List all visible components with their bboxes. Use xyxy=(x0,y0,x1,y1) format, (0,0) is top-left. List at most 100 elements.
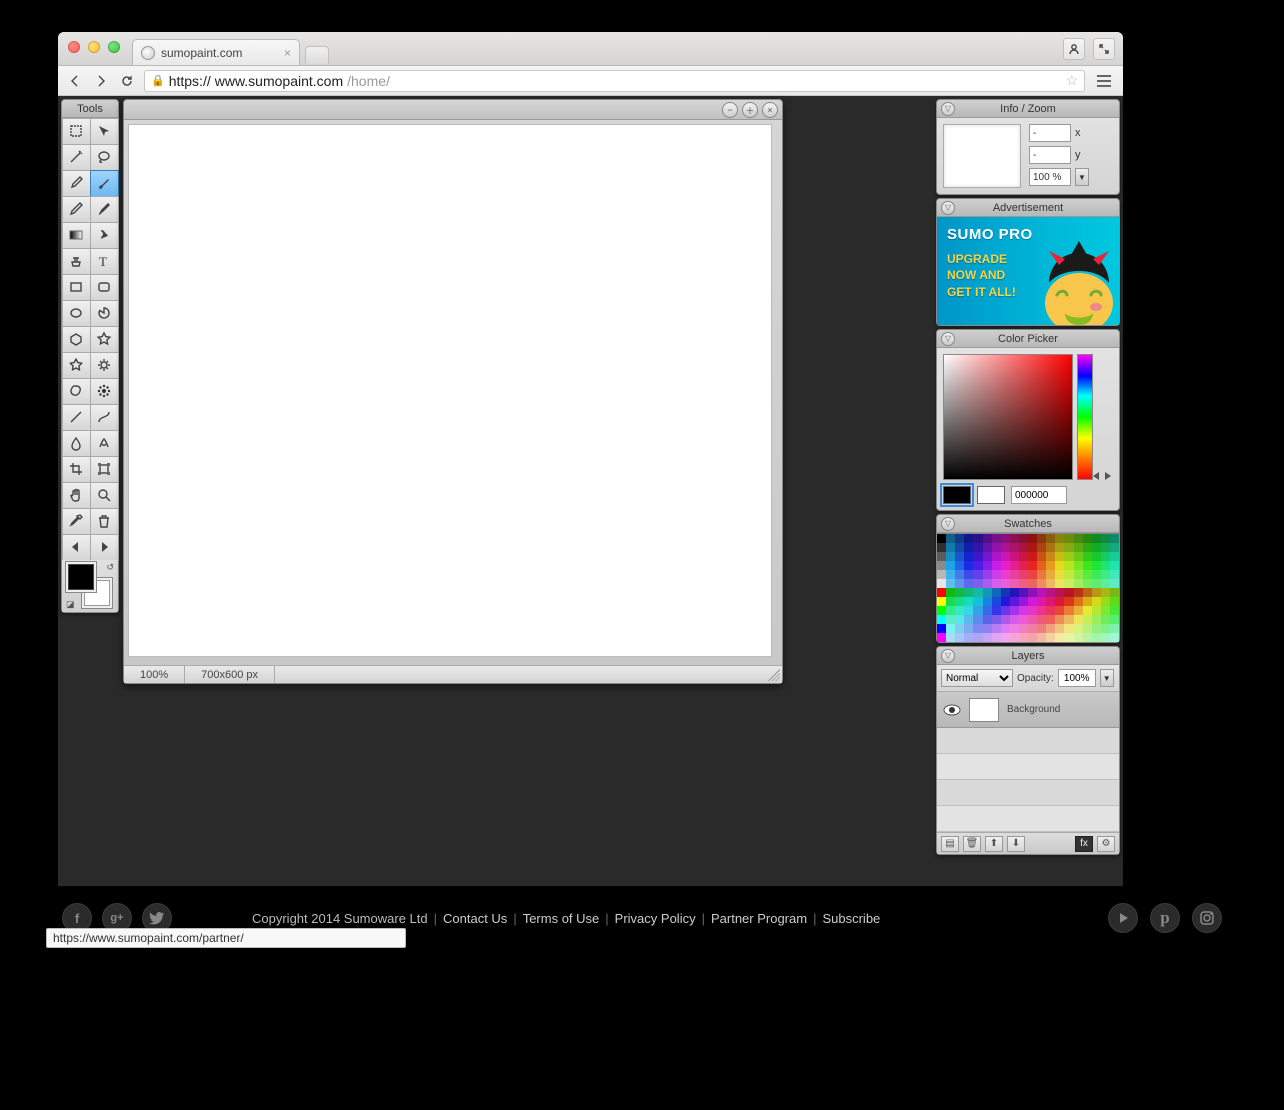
swatch[interactable] xyxy=(992,579,1001,588)
layer-down-button[interactable]: ⬇ xyxy=(1007,836,1025,852)
tool-rectangle[interactable] xyxy=(62,274,91,301)
swatch[interactable] xyxy=(1019,588,1028,597)
layer-settings-button[interactable]: ⚙ xyxy=(1097,836,1115,852)
swatch[interactable] xyxy=(973,543,982,552)
swatch[interactable] xyxy=(1074,597,1083,606)
opacity-dropdown[interactable]: ▼ xyxy=(1100,669,1114,687)
swatch[interactable] xyxy=(1019,624,1028,633)
swatch[interactable] xyxy=(937,552,946,561)
swatch[interactable] xyxy=(1010,615,1019,624)
swatch[interactable] xyxy=(1083,615,1092,624)
reload-button[interactable] xyxy=(118,72,136,90)
collapse-icon[interactable]: ▽ xyxy=(941,649,955,663)
swatch[interactable] xyxy=(937,543,946,552)
swatch[interactable] xyxy=(1028,534,1037,543)
swatch[interactable] xyxy=(1064,552,1073,561)
canvas-minimize-icon[interactable]: − xyxy=(722,102,738,118)
pinterest-icon[interactable]: p xyxy=(1150,903,1180,933)
browser-tab[interactable]: sumopaint.com × xyxy=(132,39,300,65)
swatch[interactable] xyxy=(1092,552,1101,561)
swatch[interactable] xyxy=(1028,561,1037,570)
swatch[interactable] xyxy=(1010,561,1019,570)
swatch[interactable] xyxy=(1046,597,1055,606)
swatch[interactable] xyxy=(1046,615,1055,624)
picker-background-swatch[interactable] xyxy=(977,486,1005,504)
footer-link-privacy[interactable]: Privacy Policy xyxy=(615,911,696,926)
swatch[interactable] xyxy=(937,615,946,624)
tool-line[interactable] xyxy=(62,404,91,431)
swatch[interactable] xyxy=(1110,597,1119,606)
browser-menu-button[interactable] xyxy=(1093,70,1115,92)
swatch[interactable] xyxy=(955,543,964,552)
swatch[interactable] xyxy=(964,552,973,561)
swatch[interactable] xyxy=(1083,633,1092,642)
tool-curve[interactable] xyxy=(90,404,119,431)
tool-gradient[interactable] xyxy=(62,222,91,249)
swatch[interactable] xyxy=(973,624,982,633)
swatch[interactable] xyxy=(992,606,1001,615)
user-button[interactable] xyxy=(1063,38,1085,60)
swatch[interactable] xyxy=(964,534,973,543)
swatch[interactable] xyxy=(964,615,973,624)
swatch[interactable] xyxy=(946,597,955,606)
swatch[interactable] xyxy=(983,552,992,561)
swatch[interactable] xyxy=(1028,588,1037,597)
tool-arrow-left[interactable] xyxy=(62,534,91,561)
tool-ellipse[interactable] xyxy=(62,300,91,327)
swatch[interactable] xyxy=(1055,615,1064,624)
swatch[interactable] xyxy=(1074,534,1083,543)
tab-close-icon[interactable]: × xyxy=(284,46,291,60)
swatch[interactable] xyxy=(964,570,973,579)
tool-move[interactable] xyxy=(90,118,119,145)
tool-smudge[interactable] xyxy=(90,222,119,249)
swatch[interactable] xyxy=(1101,552,1110,561)
swatch[interactable] xyxy=(964,624,973,633)
swatch[interactable] xyxy=(1074,588,1083,597)
swatch[interactable] xyxy=(1074,561,1083,570)
swatch[interactable] xyxy=(1019,552,1028,561)
swatch[interactable] xyxy=(1001,615,1010,624)
fullscreen-button[interactable] xyxy=(1093,38,1115,60)
swatch[interactable] xyxy=(992,588,1001,597)
address-bar[interactable]: 🔒 https://www.sumopaint.com/home/ ☆ xyxy=(144,70,1085,92)
swatch[interactable] xyxy=(1046,534,1055,543)
tool-trash[interactable] xyxy=(90,508,119,535)
swatch[interactable] xyxy=(1064,633,1073,642)
swatches-grid[interactable] xyxy=(937,533,1119,642)
swatch[interactable] xyxy=(1001,561,1010,570)
swatch[interactable] xyxy=(946,570,955,579)
swatch[interactable] xyxy=(1055,597,1064,606)
swatch[interactable] xyxy=(1092,615,1101,624)
swatch[interactable] xyxy=(1092,534,1101,543)
swatch[interactable] xyxy=(1110,534,1119,543)
swatch[interactable] xyxy=(964,561,973,570)
bookmark-icon[interactable]: ☆ xyxy=(1065,72,1078,89)
swatch[interactable] xyxy=(1064,624,1073,633)
swatch[interactable] xyxy=(946,624,955,633)
swatch[interactable] xyxy=(946,579,955,588)
swatch[interactable] xyxy=(946,633,955,642)
swatch[interactable] xyxy=(1055,534,1064,543)
swatch[interactable] xyxy=(1092,624,1101,633)
tool-blur[interactable] xyxy=(62,430,91,457)
tool-symmetry[interactable] xyxy=(90,378,119,405)
swatch[interactable] xyxy=(1010,606,1019,615)
swatch[interactable] xyxy=(983,534,992,543)
swatch[interactable] xyxy=(1092,561,1101,570)
swatch[interactable] xyxy=(1074,633,1083,642)
tool-clone-stamp[interactable] xyxy=(62,248,91,275)
swatch[interactable] xyxy=(1046,543,1055,552)
footer-link-partner[interactable]: Partner Program xyxy=(711,911,807,926)
tool-pie[interactable] xyxy=(90,300,119,327)
swatch[interactable] xyxy=(1064,615,1073,624)
swatch[interactable] xyxy=(1064,561,1073,570)
swatch[interactable] xyxy=(946,606,955,615)
new-layer-button[interactable]: ▤ xyxy=(941,836,959,852)
swatch[interactable] xyxy=(1110,543,1119,552)
swatch[interactable] xyxy=(1037,534,1046,543)
swatch[interactable] xyxy=(1083,579,1092,588)
swatch[interactable] xyxy=(1046,633,1055,642)
advertisement-banner[interactable]: SUMO PRO UPGRADE NOW AND GET IT ALL! xyxy=(937,217,1119,325)
swatch[interactable] xyxy=(1101,597,1110,606)
swatch[interactable] xyxy=(983,570,992,579)
